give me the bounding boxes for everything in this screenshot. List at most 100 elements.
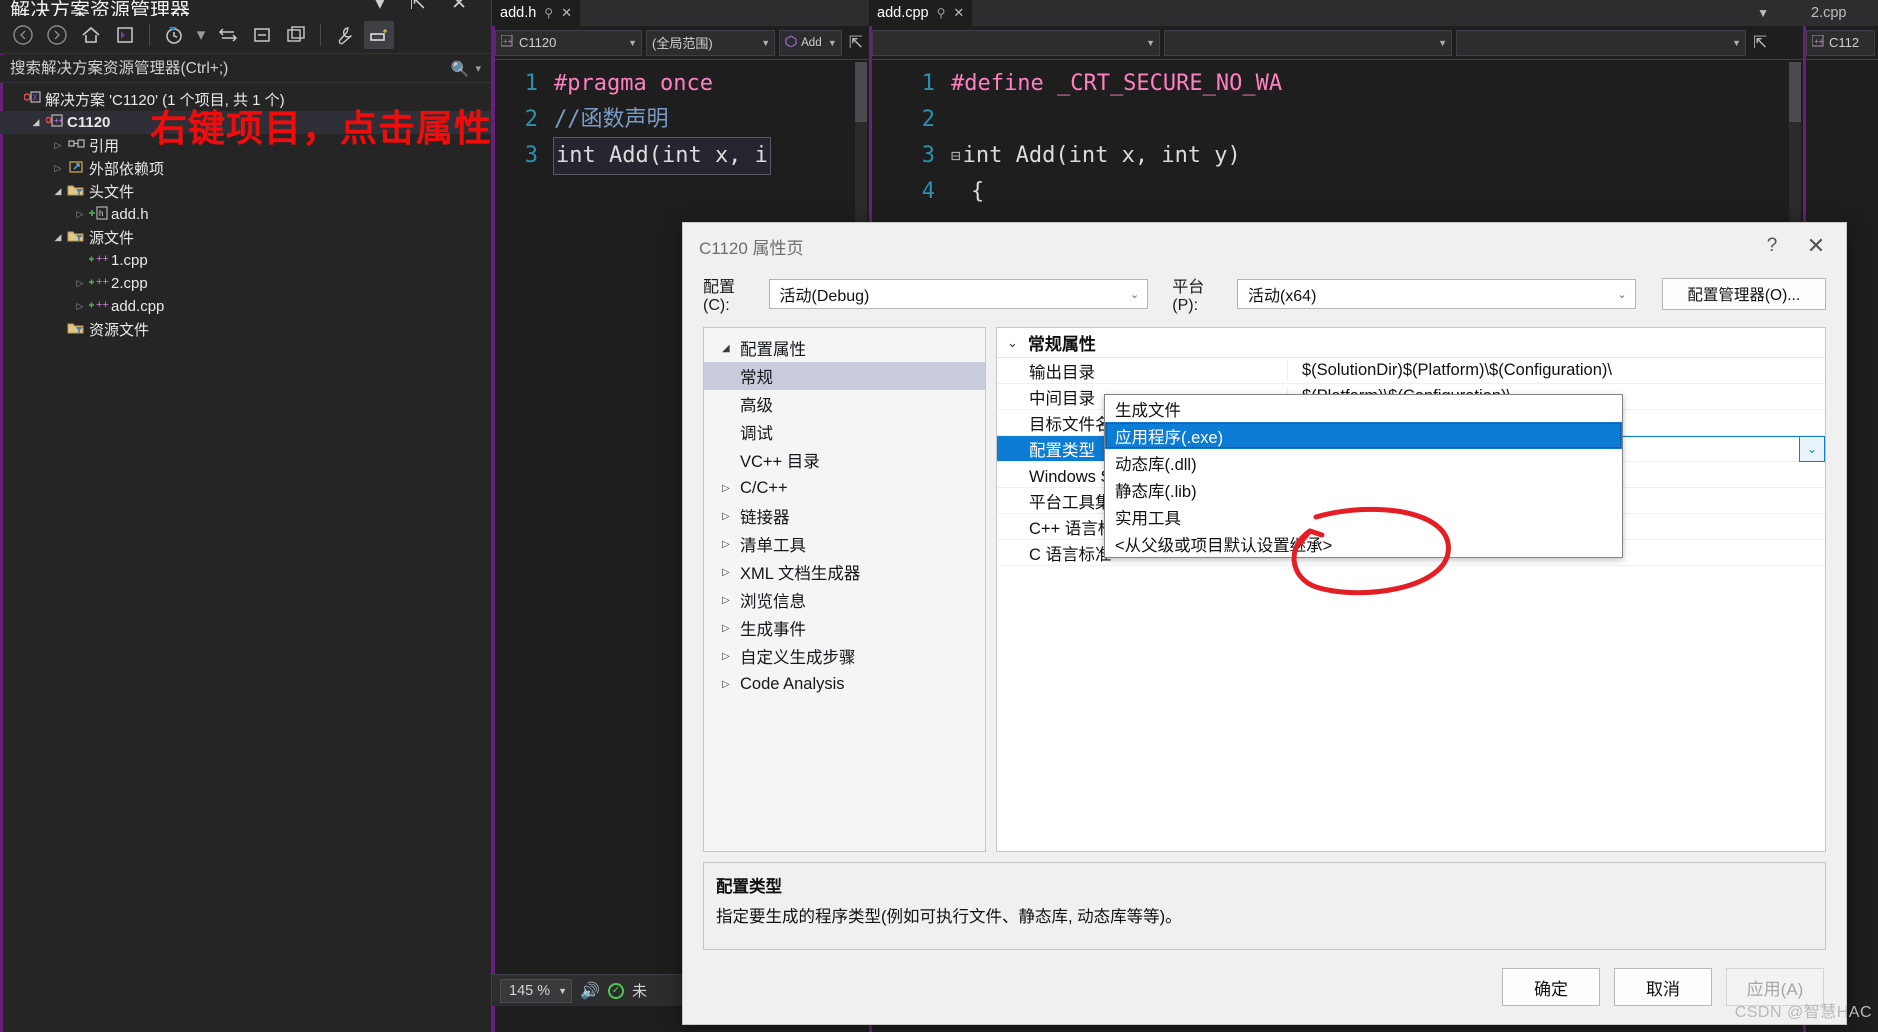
search-options-caret-icon[interactable]: ▾ [475,62,491,75]
dialog-tree-item-browse-information[interactable]: ▷ 浏览信息 [704,586,985,614]
chevron-down-icon[interactable]: ▼ [761,38,770,48]
cancel-button[interactable]: 取消 [1614,968,1712,1006]
ok-button[interactable]: 确定 [1502,968,1600,1006]
code-area-right[interactable]: 1 #define _CRT_SECURE_NO_WA 2 3 ⊟ int Ad… [869,60,1803,210]
dialog-tree-item-configuration-properties[interactable]: ◢ 配置属性 [704,334,985,362]
dialog-tree-item-manifest-tool[interactable]: ▷ 清单工具 [704,530,985,558]
configuration-type-dropdown-caret-icon[interactable]: ⌄ [1799,436,1825,462]
dialog-tree-item-debugging[interactable]: 调试 [704,418,985,446]
dropdown-item-dynamic-library-dll[interactable]: 动态库(.dll) [1105,449,1622,476]
property-row-output-directory[interactable]: 输出目录 $(SolutionDir)$(Platform)\$(Configu… [997,358,1825,384]
expander-icon[interactable]: ▷ [722,623,740,634]
expander-icon[interactable]: ▷ [722,651,740,662]
tree-node-file-1-cpp[interactable]: ++ 1.cpp [0,249,491,272]
search-input[interactable] [0,58,451,79]
speaker-icon[interactable]: 🔊 [580,981,600,1001]
home-icon[interactable] [76,21,106,49]
sync-with-active-document-icon[interactable] [213,21,243,49]
expander-icon[interactable]: ▷ [72,278,88,289]
expander-icon[interactable]: ▷ [722,595,740,606]
scope-selector-combo[interactable]: ▼ [1164,29,1452,56]
dialog-tree-item-xml-doc-generator[interactable]: ▷ XML 文档生成器 [704,558,985,586]
expander-icon[interactable]: ▷ [50,140,66,151]
close-button[interactable]: ✕ [1794,229,1838,263]
expander-icon[interactable]: ◢ [722,343,740,354]
pin-icon[interactable]: ⚲ [937,6,946,20]
panel-window-buttons[interactable]: ▾ ⇱ ✕ [375,0,477,15]
tree-node-source-files[interactable]: ◢ 源文件 [0,226,491,249]
platform-select[interactable]: 活动(x64) ⌄ [1236,279,1636,309]
pending-changes-icon[interactable] [110,21,140,49]
wrench-icon[interactable] [330,21,360,49]
expander-icon[interactable]: ▷ [722,511,740,522]
code-area-left[interactable]: 1 #pragma once 2 //函数声明 3 int Add(int x,… [492,60,869,175]
dialog-tree-item-code-analysis[interactable]: ▷ Code Analysis [704,670,985,698]
collapse-all-icon[interactable] [247,21,277,49]
configuration-type-dropdown-list[interactable]: 生成文件 应用程序(.exe) 动态库(.dll) 静态库(.lib) 实用工具… [1104,394,1623,558]
chevron-down-icon[interactable]: ▼ [828,38,837,48]
expander-icon[interactable]: ▷ [722,539,740,550]
scope-selector-combo[interactable]: (全局范围) ▼ [646,29,776,56]
properties-window-icon[interactable] [281,21,311,49]
pin-icon[interactable]: ⚲ [544,6,553,20]
expander-icon[interactable]: ▷ [722,483,740,494]
dialog-tree-item-build-events[interactable]: ▷ 生成事件 [704,614,985,642]
chevron-down-icon[interactable]: ⌄ [1617,288,1626,301]
zoom-level-combo[interactable]: 145 % ▼ [500,978,573,1003]
close-icon[interactable]: ✕ [561,5,572,21]
chevron-down-icon[interactable]: ▾ [193,21,209,49]
tree-node-resource-files[interactable]: 资源文件 [0,318,491,341]
tree-node-file-2-cpp[interactable]: ▷ ++ 2.cpp [0,272,491,295]
search-icon[interactable]: 🔍 [451,60,476,78]
chevron-down-icon[interactable]: ▼ [1438,38,1447,48]
split-editor-icon[interactable]: ⇱ [1750,33,1770,53]
dropdown-item-makefile[interactable]: 生成文件 [1105,395,1622,422]
dropdown-item-utility[interactable]: 实用工具 [1105,503,1622,530]
dialog-tree-item-c-cpp[interactable]: ▷ C/C++ [704,474,985,502]
back-arrow-icon[interactable] [8,21,38,49]
expander-icon[interactable]: ◢ [50,186,66,197]
project-selector-combo[interactable]: ++ C1120 ▼ [495,29,642,56]
tree-node-file-add-h[interactable]: ▷ h add.h [0,203,491,226]
solution-explorer-search[interactable]: 🔍 ▾ [0,55,491,83]
tree-node-header-files[interactable]: ◢ 头文件 [0,180,491,203]
member-selector-combo[interactable]: ▼ [1456,29,1746,56]
dropdown-item-application-exe[interactable]: 应用程序(.exe) [1105,422,1622,449]
chevron-down-icon[interactable]: ▼ [628,38,637,48]
tab-add-h[interactable]: add.h ⚲ ✕ [492,0,580,26]
expander-icon[interactable]: ▷ [722,679,740,690]
chevron-down-icon[interactable]: ▼ [558,986,567,996]
dialog-tree-item-custom-build-step[interactable]: ▷ 自定义生成步骤 [704,642,985,670]
close-icon[interactable]: ✕ [953,5,964,21]
tab-add-cpp[interactable]: add.cpp ⚲ ✕ [869,0,973,26]
member-selector-combo[interactable]: Add(int x, int y) ▼ [779,29,842,56]
dialog-tree-item-general[interactable]: 常规 [704,362,985,390]
config-manager-button[interactable]: 配置管理器(O)... [1661,278,1826,310]
help-button[interactable]: ? [1750,229,1794,263]
dropdown-item-inherit-from-parent[interactable]: <从父级或项目默认设置继承> [1105,530,1622,557]
dialog-tree-item-advanced[interactable]: 高级 [704,390,985,418]
preview-selected-items-icon[interactable] [364,20,394,49]
tree-node-file-add-cpp[interactable]: ▷ ++ add.cpp [0,295,491,318]
expander-icon[interactable]: ▷ [72,301,88,312]
expander-icon[interactable]: ◢ [50,232,66,243]
fold-collapse-icon[interactable]: ⊟ [951,138,961,174]
config-select[interactable]: 活动(Debug) ⌄ [768,279,1149,309]
split-editor-icon[interactable]: ⇱ [846,33,866,53]
chevron-down-icon[interactable]: ▼ [1146,38,1155,48]
expander-icon[interactable]: ▷ [50,163,66,174]
property-group-header[interactable]: ⌄ 常规属性 [997,328,1825,358]
expander-icon[interactable]: ◢ [28,117,44,128]
chevron-down-icon[interactable]: ⌄ [1130,288,1139,301]
chevron-down-icon[interactable]: ⌄ [1007,335,1018,351]
tree-node-external-dependencies[interactable]: ▷ 外部依赖项 [0,157,491,180]
dropdown-item-static-library-lib[interactable]: 静态库(.lib) [1105,476,1622,503]
expander-icon[interactable]: ▷ [72,209,88,220]
dialog-tree-item-vcpp-directories[interactable]: VC++ 目录 [704,446,985,474]
forward-arrow-icon[interactable] [42,21,72,49]
history-clock-icon[interactable] [159,21,189,49]
vertical-scrollbar-thumb-left[interactable] [855,62,867,122]
project-selector-combo[interactable]: ▼ [872,29,1160,56]
project-selector-combo[interactable]: ++ C112 [1806,29,1875,56]
tab-overflow-caret-icon[interactable]: ▼ [1757,6,1803,20]
